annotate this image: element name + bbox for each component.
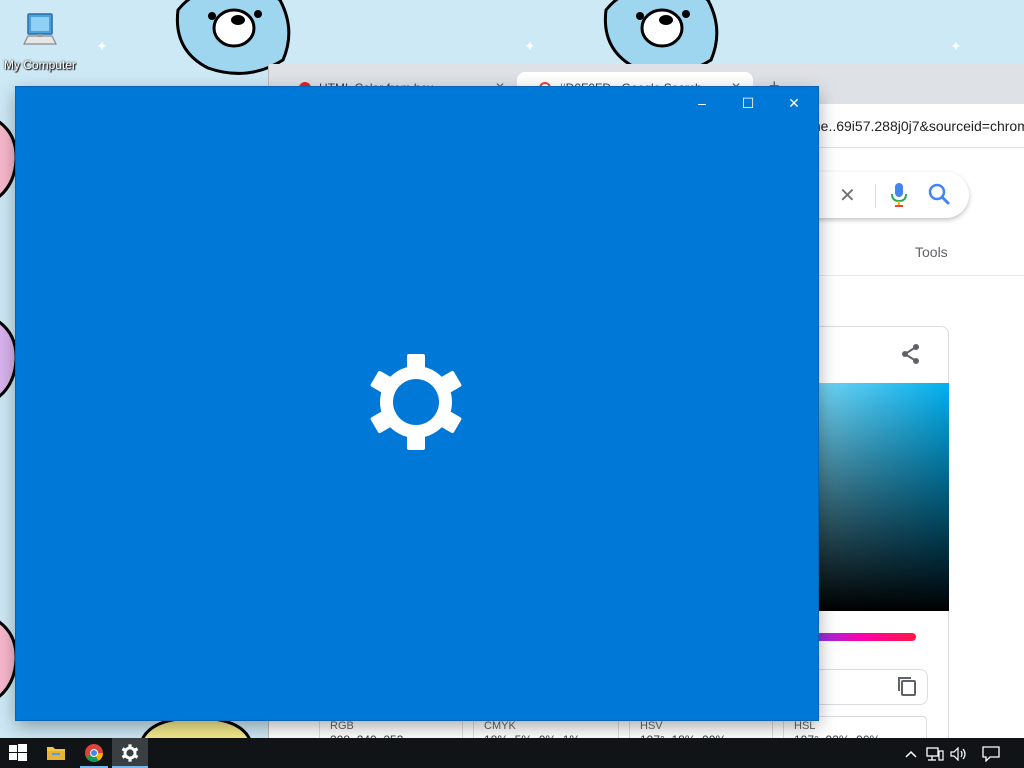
- address-bar[interactable]: me..69i57.288j0j7&sourceid=chrom: [809, 118, 1024, 134]
- chevron-up-icon[interactable]: [900, 738, 922, 768]
- settings-icon: [121, 744, 139, 762]
- value-label: RGB: [330, 720, 354, 732]
- color-picker-area[interactable]: [810, 383, 949, 611]
- maximize-button[interactable]: ☐: [725, 87, 771, 119]
- sparkle: ✦: [950, 38, 962, 54]
- close-button[interactable]: ✕: [771, 87, 817, 119]
- volume-icon[interactable]: [948, 738, 970, 768]
- value-label: HSV: [640, 720, 663, 732]
- divider: [875, 184, 876, 208]
- search-box[interactable]: ✕: [809, 172, 969, 218]
- desktop-icon-label: My Computer: [3, 58, 77, 72]
- hue-slider[interactable]: [810, 633, 916, 641]
- action-center-icon[interactable]: [978, 738, 1004, 768]
- close-icon[interactable]: ✕: [839, 183, 856, 208]
- sparkle: ✦: [96, 38, 108, 54]
- file-explorer-icon: [47, 747, 65, 760]
- color-picker-card: [809, 326, 949, 746]
- value-label: CMYK: [484, 720, 516, 732]
- tools-button[interactable]: Tools: [915, 244, 948, 260]
- taskbar-chrome[interactable]: [76, 738, 112, 768]
- gear-icon: [370, 354, 462, 450]
- network-icon[interactable]: [924, 738, 946, 768]
- windows-start-icon: [9, 744, 27, 761]
- settings-splash-window: – ☐ ✕: [16, 87, 818, 720]
- value-label: HSL: [794, 720, 816, 732]
- start-button[interactable]: [0, 738, 36, 768]
- chrome-icon: [85, 744, 103, 762]
- copy-icon[interactable]: [896, 675, 918, 697]
- taskbar-settings[interactable]: [112, 738, 148, 768]
- taskbar-file-explorer[interactable]: [38, 738, 74, 768]
- search-icon[interactable]: [927, 182, 951, 208]
- share-icon[interactable]: [900, 343, 922, 365]
- taskbar: [0, 738, 1024, 768]
- divider: [809, 275, 1024, 276]
- desktop-icon-my-computer[interactable]: My Computer: [0, 8, 80, 78]
- sparkle: ✦: [524, 38, 536, 54]
- microphone-icon[interactable]: [891, 182, 907, 208]
- minimize-button[interactable]: –: [679, 87, 725, 119]
- computer-icon: [23, 13, 57, 45]
